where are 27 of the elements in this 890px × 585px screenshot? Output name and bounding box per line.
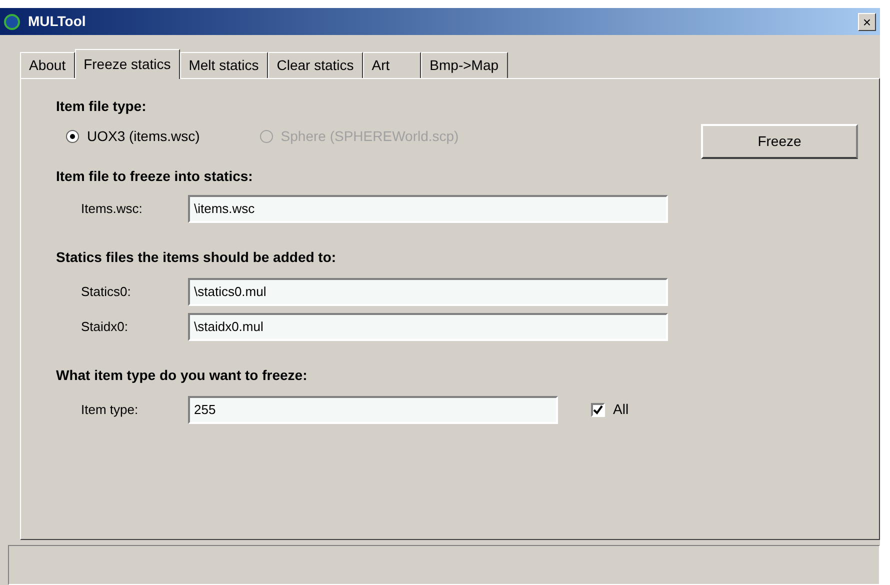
section-heading: What item type do you want to freeze:	[56, 366, 308, 385]
text-field[interactable]: 255	[188, 396, 558, 424]
tab[interactable]: Art	[362, 52, 421, 78]
radio-button[interactable]	[66, 130, 79, 142]
checkbox-label: All	[613, 400, 629, 419]
tab[interactable]: Melt statics	[180, 52, 268, 78]
field-label: Statics0:	[81, 284, 131, 298]
tab[interactable]: About	[20, 52, 75, 78]
radio-label: UOX3 (items.wsc)	[87, 126, 200, 146]
section-heading: Statics files the items should be added to:	[56, 248, 338, 267]
field-label: Item type:	[81, 402, 138, 416]
checkmark-icon	[593, 404, 603, 414]
section-heading: Item file to freeze into statics:	[56, 167, 254, 186]
freeze-button[interactable]: Freeze	[701, 124, 858, 159]
tab[interactable]: Freeze statics	[74, 49, 180, 79]
tab[interactable]: Clear statics	[268, 52, 363, 78]
text-field[interactable]: \staidx0.mul	[188, 312, 668, 340]
field-label: Staidx0:	[81, 318, 128, 334]
text-field[interactable]: \statics0.mul	[188, 278, 668, 306]
field-label: Items.wsc:	[81, 200, 142, 216]
close-button[interactable]: ×	[858, 12, 876, 30]
section-heading: Item file type:	[56, 96, 148, 116]
tab[interactable]: Bmp->Map	[420, 52, 508, 78]
checkbox[interactable]	[591, 402, 605, 416]
text-field[interactable]: \items.wsc	[188, 194, 668, 222]
globe-icon	[4, 14, 20, 30]
window-title: MULTool	[28, 12, 86, 31]
